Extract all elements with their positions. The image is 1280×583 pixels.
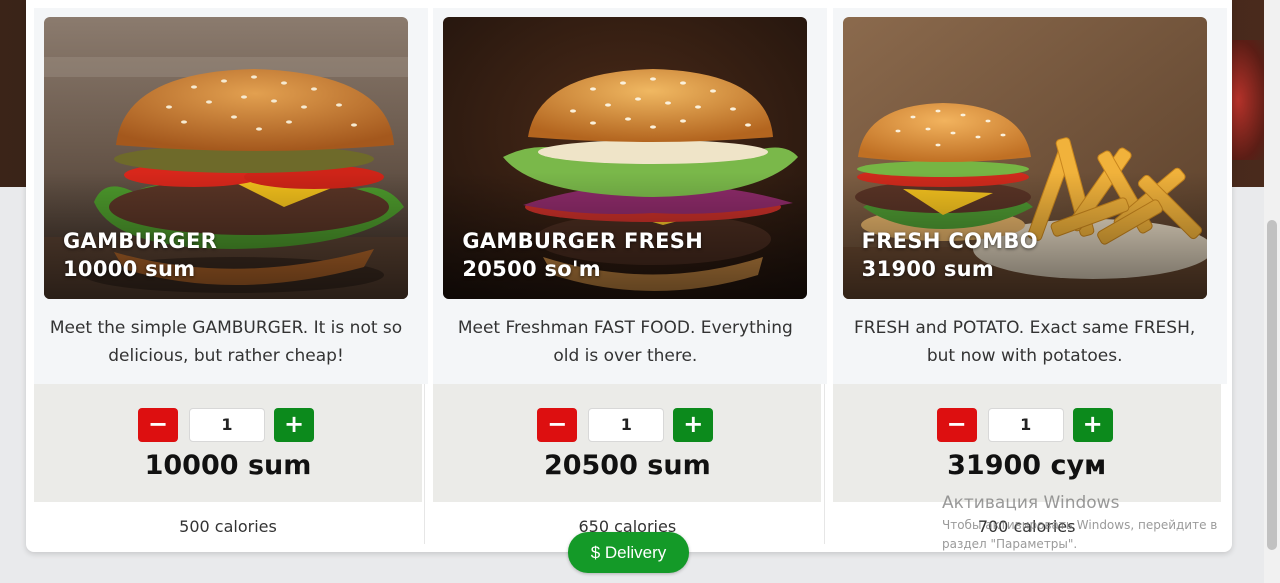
product-description: Meet Freshman FAST FOOD. Everything old … [457,318,793,366]
quantity-stepper: − 1 + [936,408,1115,442]
product-description: Meet the simple GAMBURGER. It is not so … [49,318,403,366]
increase-quantity-button[interactable]: + [673,408,714,442]
page-scrollbar[interactable] [1264,0,1280,583]
delivery-button[interactable]: $ Delivery [568,532,689,573]
product-card: GAMBURGER 10000 sum Meet the simple GAMB… [34,8,428,544]
product-info: GAMBURGER 10000 sum Meet the simple GAMB… [34,8,428,384]
increase-quantity-button[interactable]: + [274,408,314,442]
product-list: GAMBURGER 10000 sum Meet the simple GAMB… [34,8,1227,544]
product-overlay-price: 20500 so'm [462,257,601,281]
decrease-quantity-button[interactable]: − [537,408,578,442]
quantity-input[interactable]: 1 [189,408,265,442]
activation-instructions: Чтобы активировать Windows, перейдите в … [942,516,1242,554]
product-card: GAMBURGER FRESH 20500 so'm Meet Freshman… [433,8,828,544]
product-info: FRESH COMBO 31900 sum FRESH and POTATO. … [832,8,1227,384]
activation-line-2: Чтобы активировать Windows, перейдите в [942,518,1218,532]
order-panel: − 1 + 31900 сум [832,384,1221,502]
product-card: FRESH COMBO 31900 sum FRESH and POTATO. … [832,8,1227,544]
product-name: GAMBURGER [63,229,218,253]
product-info: GAMBURGER FRESH 20500 so'm Meet Freshman… [433,8,828,384]
product-photo-gamburger: GAMBURGER 10000 sum [44,17,408,299]
order-panel: − 1 + 10000 sum [34,384,422,502]
product-overlay-price: 10000 sum [63,257,196,281]
decrease-quantity-button[interactable]: − [936,408,977,442]
product-overlay: GAMBURGER 10000 sum [63,227,217,283]
product-description: FRESH and POTATO. Exact same FRESH, but … [854,318,1196,366]
product-overlay-price: 31900 sum [861,257,995,281]
product-price: 10000 sum [144,450,312,481]
product-price: 31900 сум [947,450,1107,481]
increase-quantity-button[interactable]: + [1072,408,1113,442]
product-name: GAMBURGER FRESH [462,229,704,253]
quantity-stepper: − 1 + [537,408,715,442]
windows-activation-watermark: Активация Windows Чтобы активировать Win… [942,492,1242,554]
product-overlay: GAMBURGER FRESH 20500 so'm [462,227,703,283]
activation-title: Активация Windows [942,493,1120,513]
product-photo-fresh-combo: FRESH COMBO 31900 sum [842,17,1207,299]
menu-modal: GAMBURGER 10000 sum Meet the simple GAMB… [26,0,1232,552]
quantity-input[interactable]: 1 [588,408,665,442]
quantity-stepper: − 1 + [138,408,316,442]
quantity-input[interactable]: 1 [987,408,1064,442]
order-panel: − 1 + 20500 sum [433,384,822,502]
product-photo-gamburger-fresh: GAMBURGER FRESH 20500 so'm [443,17,808,299]
product-price: 20500 sum [543,450,711,481]
decrease-quantity-button[interactable]: − [138,408,178,442]
product-calories: 500 calories [179,517,277,536]
scrollbar-thumb[interactable] [1267,220,1277,550]
activation-line-3: раздел "Параметры". [942,537,1078,551]
product-overlay: FRESH COMBO 31900 sum [862,227,1038,283]
product-name: FRESH COMBO [861,229,1038,253]
